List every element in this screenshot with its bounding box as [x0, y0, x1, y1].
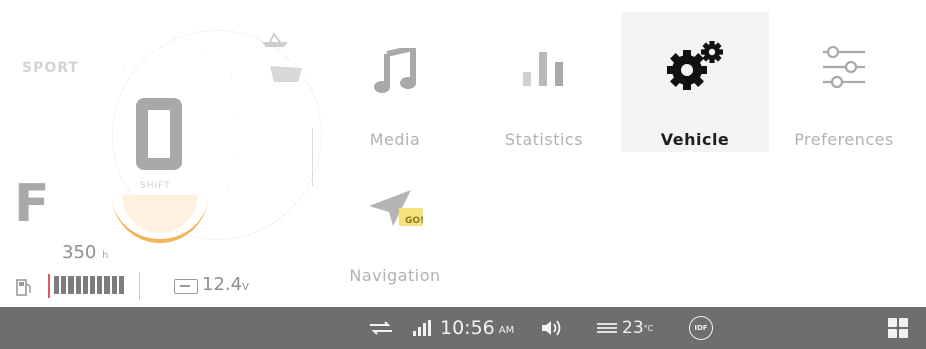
- menu-label-vehicle: Vehicle: [660, 130, 730, 149]
- gauge-tick: ·: [236, 112, 239, 122]
- gear-caption: SHIFT: [140, 181, 171, 191]
- gauge-divider: [312, 128, 313, 186]
- trim-icon: [270, 66, 302, 82]
- apps-grid-icon[interactable]: [888, 318, 908, 338]
- fuel-pump-icon: [16, 279, 31, 296]
- battery-icon: [174, 279, 198, 294]
- menu-tile-vehicle[interactable]: Vehicle: [621, 12, 769, 152]
- navigation-badge: GO!: [405, 216, 425, 226]
- gauge-tick: ·: [230, 74, 233, 84]
- cluster-separator: [139, 272, 140, 300]
- gear-indicator: [136, 98, 182, 170]
- temperature-unit: °C: [643, 323, 654, 333]
- temperature: 23 °C: [622, 307, 653, 349]
- gears-icon: [667, 41, 723, 90]
- menu-label-media: Media: [369, 130, 421, 149]
- heat-icon: [596, 307, 618, 349]
- gauge-tick: ·: [122, 62, 125, 72]
- music-note-icon: [374, 48, 416, 93]
- profile-icon[interactable]: IDF: [689, 307, 713, 349]
- gauge-tick: ·: [160, 42, 163, 52]
- menu-tile-media[interactable]: Media: [321, 12, 469, 152]
- menu-label-preferences: Preferences: [794, 130, 894, 149]
- drive-mode-label: SPORT: [22, 60, 79, 76]
- menu-tile-statistics[interactable]: Statistics: [470, 12, 618, 152]
- status-bar: 10:56 AM 23 °C IDF: [0, 307, 926, 349]
- battery-voltage: 12.4V: [202, 274, 249, 295]
- clock-time: 10:56: [440, 317, 495, 339]
- sliders-icon: [823, 45, 865, 89]
- battery-voltage-unit: V: [242, 282, 249, 293]
- menu-label-statistics: Statistics: [504, 130, 584, 149]
- signal-icon: [412, 307, 432, 349]
- bar-chart-icon: [523, 52, 563, 86]
- engine-hours-value: 350: [62, 242, 97, 263]
- engine-hours: 350 h: [62, 242, 108, 263]
- clock-ampm: AM: [498, 324, 515, 336]
- profile-badge: IDF: [689, 316, 713, 340]
- menu-tile-preferences[interactable]: Preferences: [770, 12, 918, 152]
- volume-icon[interactable]: [540, 307, 562, 349]
- connection-icon[interactable]: [368, 307, 394, 349]
- fuel-empty-marker: [48, 274, 50, 298]
- fuel-full-letter: F: [14, 174, 50, 234]
- temperature-value: 23: [622, 318, 644, 338]
- engine-hours-unit: h: [102, 250, 109, 261]
- boat-icon: [262, 32, 288, 47]
- clock: 10:56 AM: [440, 307, 514, 349]
- fuel-level-bar: [54, 276, 125, 294]
- gauge-tick: ·: [200, 48, 203, 58]
- menu-tile-navigation[interactable]: GO! Navigation: [321, 158, 469, 298]
- battery-voltage-value: 12.4: [202, 274, 243, 295]
- menu-label-navigation: Navigation: [349, 266, 441, 285]
- gauge-tick: ·: [236, 152, 239, 162]
- gauge-tick: ·: [226, 186, 229, 196]
